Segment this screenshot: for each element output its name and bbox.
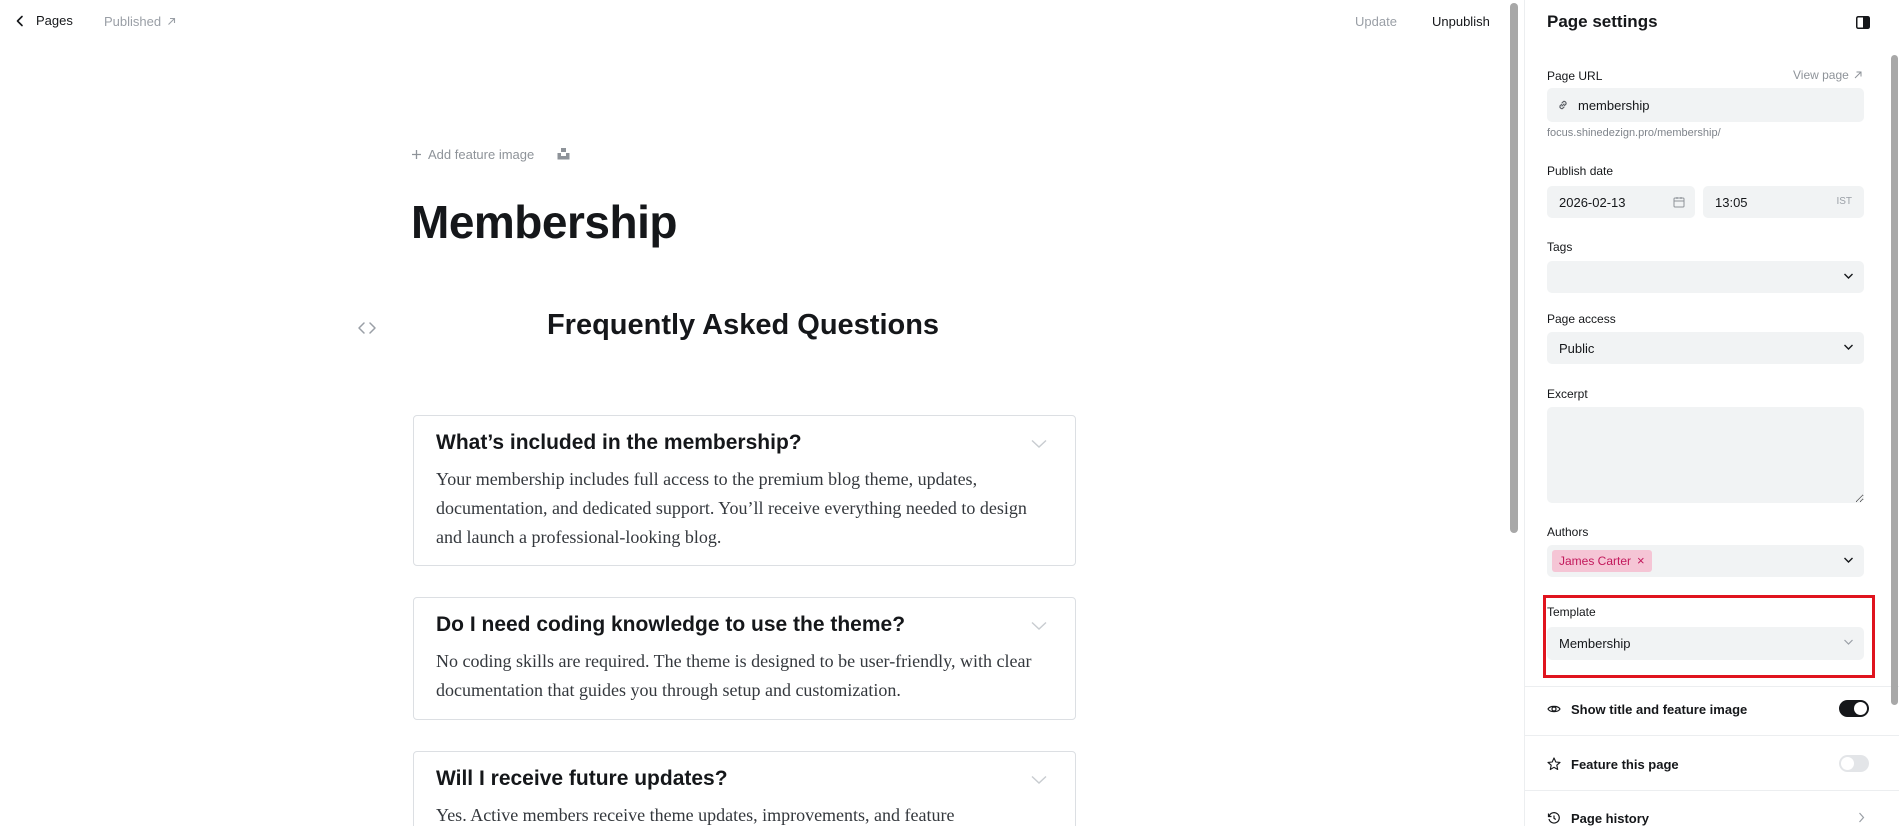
chevron-down-icon[interactable] xyxy=(1031,775,1047,785)
page-settings-panel: Page settings Page URL View page members… xyxy=(1524,0,1899,826)
publish-time-input[interactable]: 13:05 IST xyxy=(1703,186,1864,218)
unpublish-button[interactable]: Unpublish xyxy=(1432,14,1490,29)
feature-page-row[interactable]: Feature this page xyxy=(1547,752,1869,776)
code-icon[interactable] xyxy=(357,320,377,336)
faq-answer: No coding skills are required. The theme… xyxy=(436,651,1032,700)
show-title-toggle[interactable] xyxy=(1839,700,1869,717)
show-title-row[interactable]: Show title and feature image xyxy=(1547,697,1869,721)
page-history-label: Page history xyxy=(1571,810,1650,826)
faq-item[interactable]: Do I need coding knowledge to use the th… xyxy=(413,597,1076,720)
faq-item[interactable]: Will I receive future updates? Yes. Acti… xyxy=(413,751,1076,826)
excerpt-textarea[interactable] xyxy=(1547,407,1864,503)
page-access-select[interactable]: Public xyxy=(1547,332,1864,364)
feature-page-label: Feature this page xyxy=(1571,756,1679,772)
tags-select[interactable] xyxy=(1547,261,1864,293)
back-to-pages-link[interactable]: Pages xyxy=(14,13,73,28)
faq-question: Will I receive future updates? xyxy=(436,767,728,790)
chevron-down-icon xyxy=(1844,273,1853,279)
page-title[interactable]: Membership xyxy=(411,195,677,249)
editor-scrollbar[interactable] xyxy=(1510,3,1518,533)
authors-select[interactable]: James Carter × xyxy=(1547,545,1864,577)
publish-time-value: 13:05 xyxy=(1715,194,1748,210)
faq-answer: Your membership includes full access to … xyxy=(436,469,1027,547)
remove-author-icon[interactable]: × xyxy=(1637,554,1645,567)
sidebar-toggle-icon[interactable] xyxy=(1856,16,1870,29)
view-page-link[interactable]: View page xyxy=(1793,68,1862,82)
author-chip[interactable]: James Carter × xyxy=(1552,550,1652,572)
eye-icon xyxy=(1547,705,1561,713)
page-access-label: Page access xyxy=(1547,312,1616,326)
history-icon xyxy=(1547,812,1560,824)
chevron-down-icon[interactable] xyxy=(1031,439,1047,449)
page-url-value: membership xyxy=(1578,97,1650,113)
faq-question: What’s included in the membership? xyxy=(436,431,802,454)
divider xyxy=(1525,735,1899,736)
star-icon xyxy=(1547,757,1561,771)
chevron-down-icon xyxy=(1844,557,1853,563)
plus-icon xyxy=(412,150,421,159)
excerpt-label: Excerpt xyxy=(1547,387,1588,401)
add-feature-image-label: Add feature image xyxy=(428,147,535,162)
panel-title: Page settings xyxy=(1547,12,1658,31)
divider xyxy=(1525,686,1899,687)
publish-date-value: 2026-02-13 xyxy=(1559,194,1626,210)
show-title-label: Show title and feature image xyxy=(1571,701,1748,717)
page-history-row[interactable]: Page history xyxy=(1547,806,1869,826)
faq-answer: Yes. Active members receive theme update… xyxy=(436,805,955,825)
author-name: James Carter xyxy=(1559,554,1632,568)
chevron-right-icon xyxy=(1859,812,1865,823)
external-arrow-icon xyxy=(1854,71,1862,79)
page-access-value: Public xyxy=(1559,340,1595,356)
editor-topbar: Pages Published Update Unpublish xyxy=(0,0,1510,44)
unsplash-icon[interactable] xyxy=(557,147,570,160)
page-url-label: Page URL xyxy=(1547,69,1603,83)
back-label: Pages xyxy=(36,13,73,28)
external-arrow-icon xyxy=(168,17,176,25)
authors-label: Authors xyxy=(1547,525,1589,539)
publish-date-input[interactable]: 2026-02-13 xyxy=(1547,186,1695,218)
page-url-input[interactable]: membership xyxy=(1547,88,1864,122)
update-button[interactable]: Update xyxy=(1355,14,1397,29)
add-feature-image-button[interactable]: Add feature image xyxy=(411,147,534,162)
timezone-label: IST xyxy=(1836,196,1852,207)
calendar-icon xyxy=(1673,197,1685,208)
feature-page-toggle[interactable] xyxy=(1839,755,1869,772)
chevron-down-icon[interactable] xyxy=(1031,621,1047,631)
view-page-label: View page xyxy=(1793,68,1849,82)
faq-heading: Frequently Asked Questions xyxy=(546,309,940,341)
template-highlight-box xyxy=(1543,595,1875,678)
chevron-down-icon xyxy=(1844,344,1853,350)
published-status-link[interactable]: Published xyxy=(104,14,176,29)
published-status-label: Published xyxy=(104,14,162,29)
faq-item[interactable]: What’s included in the membership? Your … xyxy=(413,415,1076,566)
link-icon xyxy=(1559,100,1567,110)
page-url-hint: focus.shinedezign.pro/membership/ xyxy=(1547,127,1721,139)
chevron-left-icon xyxy=(16,15,23,26)
publish-date-label: Publish date xyxy=(1547,164,1614,178)
tags-label: Tags xyxy=(1547,240,1573,254)
divider xyxy=(1525,790,1899,791)
faq-question: Do I need coding knowledge to use the th… xyxy=(436,613,906,636)
settings-scrollbar[interactable] xyxy=(1891,55,1898,705)
